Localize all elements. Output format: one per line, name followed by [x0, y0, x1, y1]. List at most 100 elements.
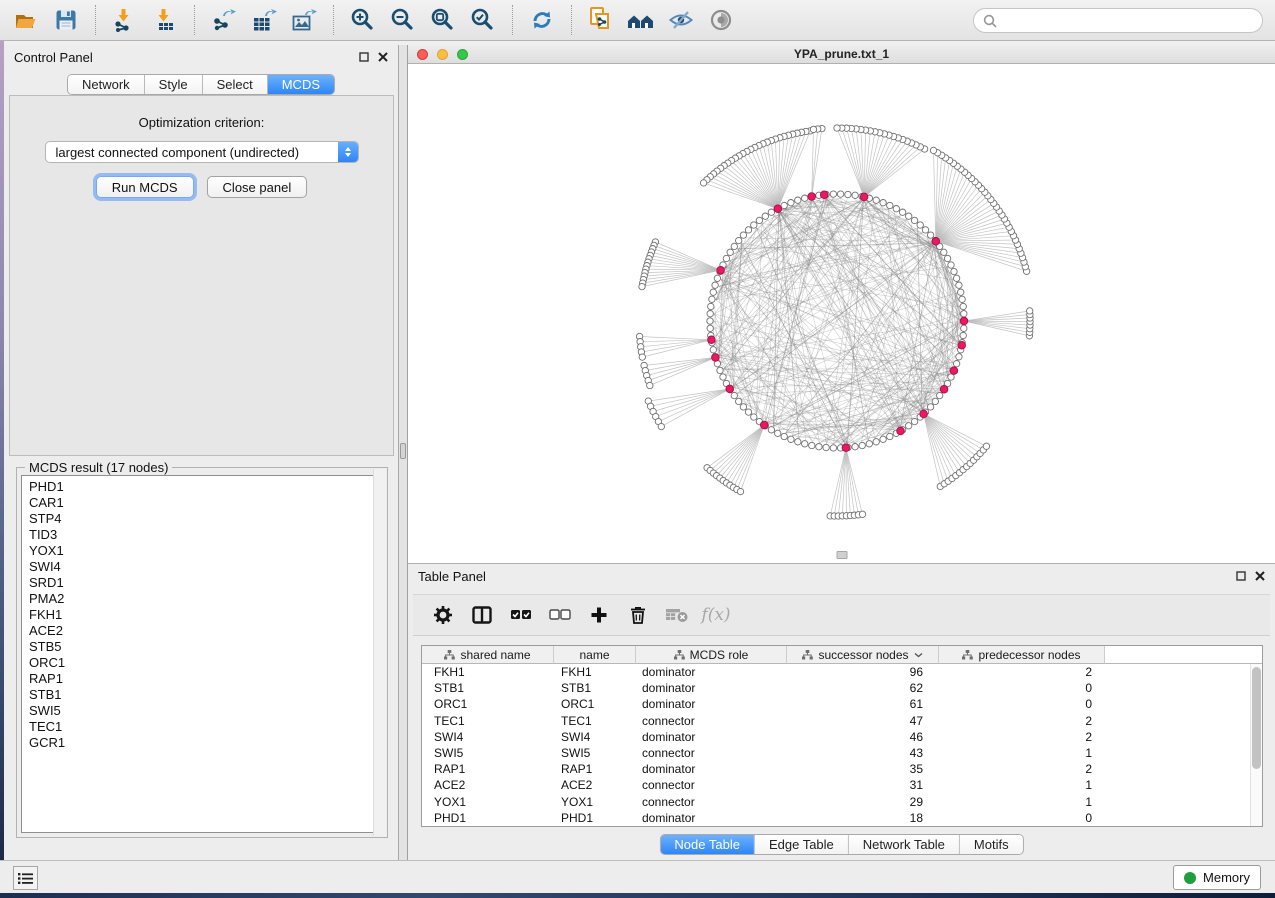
table-row[interactable]: RAP1RAP1dominator352	[422, 761, 1262, 777]
column-header-predecessor-nodes[interactable]: predecessor nodes	[939, 646, 1105, 664]
cybrowser-icon[interactable]	[621, 3, 661, 37]
network-graph[interactable]	[408, 64, 1275, 563]
memory-button[interactable]: Memory	[1173, 865, 1261, 890]
cell-filler	[1105, 713, 1262, 729]
mcds-result-list[interactable]: PHD1CAR1STP4TID3YOX1SWI4SRD1PMA2FKH1ACE2…	[21, 475, 383, 833]
column-header-MCDS-role[interactable]: MCDS role	[636, 646, 787, 664]
table-scrollbar[interactable]	[1250, 664, 1262, 826]
open-file-icon[interactable]	[6, 3, 46, 37]
network-window-titlebar[interactable]: YPA_prune.txt_1	[408, 45, 1275, 64]
close-panel-icon[interactable]	[1255, 571, 1265, 581]
table-settings-icon[interactable]	[430, 602, 456, 628]
refresh-icon[interactable]	[522, 3, 562, 37]
mcds-result-item[interactable]: FKH1	[29, 607, 382, 623]
table-row[interactable]: ACE2ACE2connector311	[422, 777, 1262, 793]
tab-mcds[interactable]: MCDS	[268, 75, 334, 94]
mcds-result-item[interactable]: YOX1	[29, 543, 382, 559]
tab-network-table[interactable]: Network Table	[849, 835, 960, 854]
control-panel-title: Control Panel	[14, 50, 93, 65]
minimize-window-icon[interactable]	[437, 49, 448, 60]
maximize-window-icon[interactable]	[457, 49, 468, 60]
network-window-title: YPA_prune.txt_1	[794, 47, 889, 61]
close-panel-icon[interactable]	[378, 52, 388, 62]
list-icon	[18, 872, 33, 885]
mcds-result-item[interactable]: ACE2	[29, 623, 382, 639]
search-box[interactable]	[973, 8, 1263, 33]
network-view-canvas[interactable]	[408, 64, 1275, 563]
mcds-result-item[interactable]: PHD1	[29, 479, 382, 495]
mcds-result-item[interactable]: ORC1	[29, 655, 382, 671]
deselect-all-icon[interactable]	[547, 602, 573, 628]
column-type-icon	[802, 650, 813, 660]
close-panel-button[interactable]: Close panel	[207, 176, 308, 198]
select-all-icon[interactable]	[508, 602, 534, 628]
show-columns-icon[interactable]	[469, 602, 495, 628]
export-table-icon[interactable]	[244, 3, 284, 37]
splitter-grip[interactable]	[400, 443, 406, 459]
save-session-icon[interactable]	[46, 3, 86, 37]
control-panel: Control Panel NetworkStyleSelectMCDS Opt…	[4, 45, 399, 860]
table-row[interactable]: FKH1FKH1dominator962	[422, 664, 1262, 680]
zoom-in-icon[interactable]	[343, 3, 383, 37]
import-network-icon[interactable]	[105, 3, 145, 37]
tab-edge-table[interactable]: Edge Table	[755, 835, 849, 854]
cell-successor-nodes: 43	[787, 745, 939, 761]
table-row[interactable]: TEC1TEC1connector472	[422, 713, 1262, 729]
mcds-result-item[interactable]: STB5	[29, 639, 382, 655]
close-window-icon[interactable]	[417, 49, 428, 60]
delete-table-icon[interactable]	[664, 602, 690, 628]
zoom-selected-icon[interactable]	[463, 3, 503, 37]
tab-network[interactable]: Network	[68, 75, 145, 94]
mcds-result-item[interactable]: SWI4	[29, 559, 382, 575]
cell-mcds-role: dominator	[636, 810, 787, 826]
search-input[interactable]	[1002, 13, 1253, 28]
control-panel-tabs: NetworkStyleSelectMCDS	[67, 74, 335, 95]
hide-panels-icon[interactable]	[661, 3, 701, 37]
cell-mcds-role: connector	[636, 794, 787, 810]
mcds-result-item[interactable]: SRD1	[29, 575, 382, 591]
mcds-result-item[interactable]: TID3	[29, 527, 382, 543]
tab-select[interactable]: Select	[203, 75, 268, 94]
mcds-result-item[interactable]: RAP1	[29, 671, 382, 687]
cell-predecessor-nodes: 0	[939, 680, 1105, 696]
optimization-criterion-select[interactable]: largest connected component (undirected)	[45, 141, 359, 163]
cell-mcds-role: dominator	[636, 696, 787, 712]
tab-style[interactable]: Style	[145, 75, 203, 94]
table-row[interactable]: PHD1PHD1dominator180	[422, 810, 1262, 826]
clone-network-icon[interactable]	[581, 3, 621, 37]
task-history-button[interactable]	[13, 866, 38, 890]
table-scrollbar-thumb[interactable]	[1252, 667, 1261, 769]
export-image-icon[interactable]	[284, 3, 324, 37]
function-builder-icon[interactable]: f(x)	[703, 602, 729, 628]
add-row-icon[interactable]	[586, 602, 612, 628]
table-row[interactable]: STB1STB1dominator620	[422, 680, 1262, 696]
float-panel-icon[interactable]	[1236, 571, 1246, 581]
float-panel-icon[interactable]	[359, 52, 369, 62]
result-list-scrollbar[interactable]	[373, 469, 386, 836]
horizontal-splitter-grip[interactable]	[836, 551, 847, 559]
mcds-result-item[interactable]: SWI5	[29, 703, 382, 719]
show-panels-icon[interactable]	[701, 3, 741, 37]
column-header-shared-name[interactable]: shared name	[422, 646, 554, 664]
export-network-icon[interactable]	[204, 3, 244, 37]
mcds-result-item[interactable]: STB1	[29, 687, 382, 703]
mcds-result-item[interactable]: PMA2	[29, 591, 382, 607]
vertical-splitter[interactable]	[399, 45, 408, 860]
table-row[interactable]: SWI4SWI4dominator462	[422, 729, 1262, 745]
tab-node-table[interactable]: Node Table	[660, 835, 755, 854]
run-mcds-button[interactable]: Run MCDS	[96, 176, 194, 198]
mcds-result-item[interactable]: TEC1	[29, 719, 382, 735]
table-row[interactable]: YOX1YOX1connector291	[422, 794, 1262, 810]
mcds-result-item[interactable]: CAR1	[29, 495, 382, 511]
column-header-successor-nodes[interactable]: successor nodes	[787, 646, 939, 664]
column-header-name[interactable]: name	[554, 646, 636, 664]
zoom-out-icon[interactable]	[383, 3, 423, 37]
table-row[interactable]: ORC1ORC1dominator610	[422, 696, 1262, 712]
zoom-fit-icon[interactable]	[423, 3, 463, 37]
import-table-icon[interactable]	[145, 3, 185, 37]
mcds-result-item[interactable]: GCR1	[29, 735, 382, 751]
tab-motifs[interactable]: Motifs	[960, 835, 1023, 854]
delete-row-icon[interactable]	[625, 602, 651, 628]
table-row[interactable]: SWI5SWI5connector431	[422, 745, 1262, 761]
mcds-result-item[interactable]: STP4	[29, 511, 382, 527]
